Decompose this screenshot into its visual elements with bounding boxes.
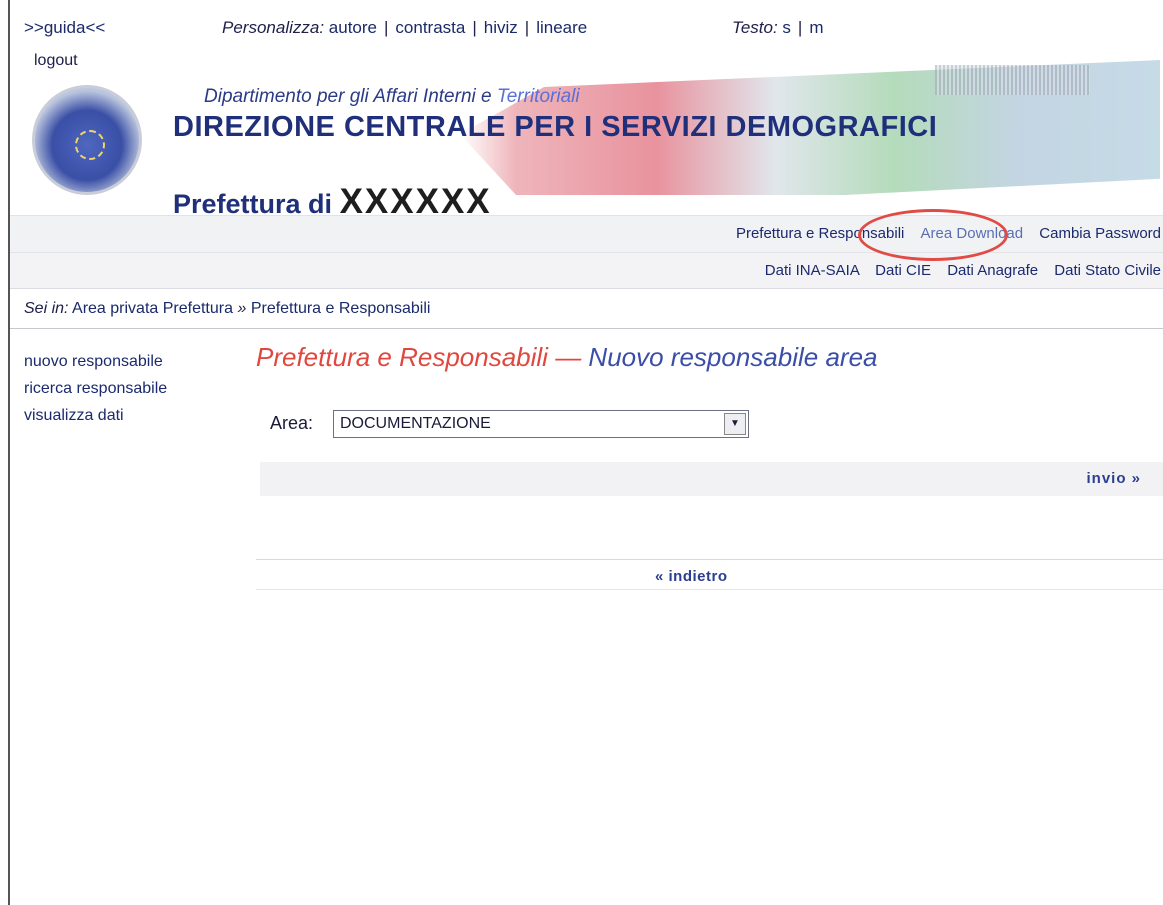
hiviz-link[interactable]: hiviz xyxy=(484,18,518,37)
nav-dati-stato-civile[interactable]: Dati Stato Civile xyxy=(1054,262,1161,279)
department-main-text: Dipartimento per gli Affari Interni e xyxy=(204,86,492,107)
area-select[interactable]: DOCUMENTAZIONE ▼ xyxy=(333,410,749,438)
breadcrumb-separator: » xyxy=(237,300,247,317)
lineare-link[interactable]: lineare xyxy=(536,18,587,37)
personalizza-label: Personalizza: xyxy=(222,18,325,37)
left-menu: nuovo responsabile ricerca responsabile … xyxy=(24,348,167,429)
direzione-title: DIREZIONE CENTRALE PER I SERVIZI DEMOGRA… xyxy=(173,111,938,143)
page-title-part1: Prefettura e Responsabili xyxy=(256,342,548,372)
personalizza-group: Personalizza: autore | contrasta | hiviz | lin… xyxy=(222,18,587,38)
nav-dati-ina-saia[interactable]: Dati INA-SAIA xyxy=(765,262,859,279)
ministry-emblem-icon xyxy=(32,85,142,195)
text-size-small-link[interactable]: s xyxy=(782,18,791,37)
back-divider-top xyxy=(256,559,1163,560)
autore-link[interactable]: autore xyxy=(329,18,377,37)
nav-bar-secondary: Dati INA-SAIA Dati CIE Dati Anagrafe Dat… xyxy=(10,253,1163,289)
testo-label: Testo: xyxy=(732,18,778,37)
contrasta-link[interactable]: contrasta xyxy=(395,18,465,37)
area-select-value: DOCUMENTAZIONE xyxy=(340,415,491,432)
back-button[interactable]: « indietro xyxy=(655,568,728,585)
page-title: Prefettura e Responsabili — Nuovo respon… xyxy=(256,342,878,373)
submit-button[interactable]: invio » xyxy=(1086,470,1141,487)
highlight-circle-annotation xyxy=(858,209,1008,261)
header-banner: Dipartimento per gli Affari Interni e Te… xyxy=(10,60,1163,221)
banner-watermark xyxy=(935,65,1090,95)
page-title-dash: — xyxy=(555,342,582,372)
department-terr-text: Territoriali xyxy=(496,86,580,107)
nav-links-secondary: Dati INA-SAIA Dati CIE Dati Anagrafe Dat… xyxy=(753,262,1161,279)
back-divider-bottom xyxy=(256,589,1163,590)
department-title: Dipartimento per gli Affari Interni e Te… xyxy=(204,86,580,108)
guida-link[interactable]: >>guida<< xyxy=(24,18,105,38)
nav-dati-anagrafe[interactable]: Dati Anagrafe xyxy=(947,262,1038,279)
utility-bar: >>guida<< Personalizza: autore | contrasta… xyxy=(24,18,1163,44)
menu-ricerca-responsabile[interactable]: ricerca responsabile xyxy=(24,375,167,402)
testo-group: Testo: s | m xyxy=(732,18,824,38)
page-title-part2: Nuovo responsabile area xyxy=(588,342,878,372)
area-label: Area: xyxy=(270,413,314,433)
separator: | xyxy=(524,18,530,37)
nav-dati-cie[interactable]: Dati CIE xyxy=(875,262,931,279)
text-size-medium-link[interactable]: m xyxy=(809,18,823,37)
separator: | xyxy=(797,18,803,37)
breadcrumb-divider xyxy=(10,328,1163,329)
breadcrumb-area-privata[interactable]: Area privata Prefettura xyxy=(72,300,233,317)
menu-visualizza-dati[interactable]: visualizza dati xyxy=(24,402,167,429)
separator: | xyxy=(384,18,389,37)
breadcrumb-prefettura-responsabili[interactable]: Prefettura e Responsabili xyxy=(251,300,431,317)
breadcrumb-label: Sei in: xyxy=(24,300,69,317)
dropdown-arrow-icon[interactable]: ▼ xyxy=(724,413,746,435)
breadcrumb: Sei in: Area privata Prefettura » Prefet… xyxy=(24,300,430,318)
menu-nuovo-responsabile[interactable]: nuovo responsabile xyxy=(24,348,167,375)
separator: | xyxy=(472,18,477,37)
nav-cambia-password[interactable]: Cambia Password xyxy=(1039,225,1161,242)
form-submit-band xyxy=(260,462,1163,496)
